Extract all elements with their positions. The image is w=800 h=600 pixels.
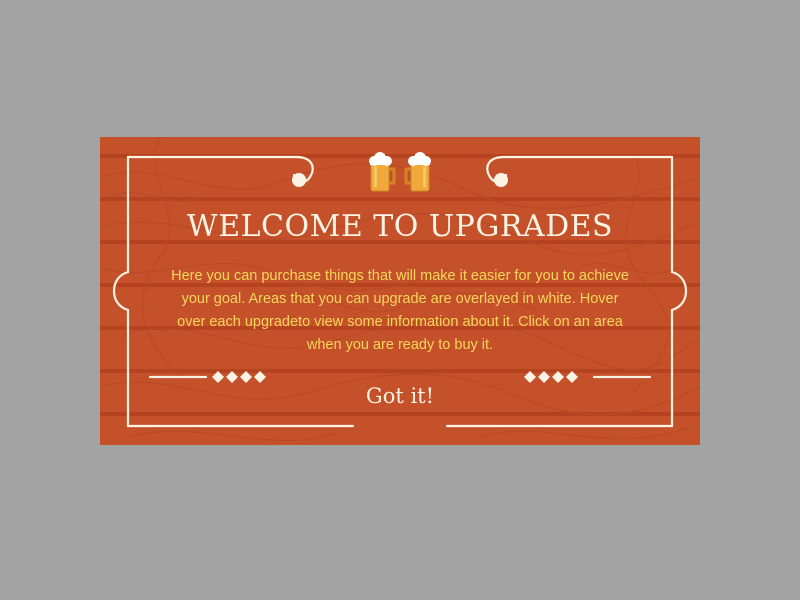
got-it-button[interactable]: Got it! [340,380,460,412]
dialog-title: WELCOME TO UPGRADES [186,209,614,244]
welcome-dialog: WELCOME TO UPGRADES Here you can purchas… [100,137,700,445]
dialog-message: Here you can purchase things that will m… [171,268,629,353]
beer-mug-icon [404,152,431,192]
beer-mug-icon [369,152,396,192]
